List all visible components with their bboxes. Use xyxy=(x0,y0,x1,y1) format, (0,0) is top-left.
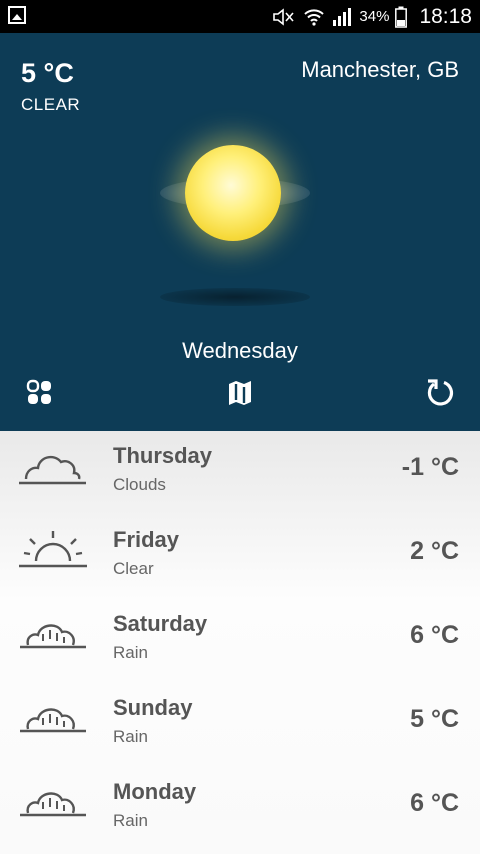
forecast-row[interactable]: Monday Rain 6 °C xyxy=(0,767,480,851)
forecast-day: Sunday xyxy=(113,695,193,720)
forecast-temperature: 6 °C xyxy=(410,789,459,817)
battery-percent: 34% xyxy=(359,8,390,25)
grid-view-button[interactable] xyxy=(22,375,58,411)
cloud-icon xyxy=(19,455,86,485)
forecast-row[interactable]: Friday Clear 2 °C xyxy=(0,515,480,599)
forecast-temperature: 6 °C xyxy=(410,621,459,649)
refresh-button[interactable] xyxy=(422,375,458,411)
forecast-temperature: -1 °C xyxy=(401,453,459,481)
status-icons: 34% 18:18 xyxy=(271,0,472,33)
clock: 18:18 xyxy=(419,4,472,28)
current-condition: CLEAR xyxy=(21,95,81,114)
refresh-icon xyxy=(427,379,454,406)
grid-view-icon xyxy=(26,379,51,404)
forecast-row[interactable]: Thursday Clouds -1 °C xyxy=(0,431,480,515)
sunrise-icon xyxy=(19,531,87,568)
map-icon xyxy=(229,381,251,405)
forecast-day: Friday xyxy=(113,527,180,552)
rain-cloud-icon xyxy=(20,792,86,817)
current-weather-panel: 5 °C CLEAR Manchester, GB Wednesday xyxy=(0,33,480,431)
gallery-notification-icon xyxy=(8,6,26,24)
mute-icon xyxy=(273,7,295,26)
current-temperature: 5 °C xyxy=(21,58,74,88)
current-day: Wednesday xyxy=(182,338,298,363)
map-button[interactable] xyxy=(222,375,258,411)
forecast-condition: Rain xyxy=(113,811,148,830)
forecast-day: Saturday xyxy=(113,611,208,636)
location-label[interactable]: Manchester, GB xyxy=(301,57,459,83)
forecast-condition: Clear xyxy=(113,559,154,578)
forecast-day: Thursday xyxy=(113,443,213,468)
wifi-icon xyxy=(304,8,325,26)
forecast-condition: Rain xyxy=(113,643,148,662)
forecast-temperature: 5 °C xyxy=(410,705,459,733)
forecast-condition: Rain xyxy=(113,727,148,746)
rain-cloud-icon xyxy=(20,624,86,649)
sun-icon xyxy=(140,128,340,328)
battery-icon xyxy=(395,6,408,28)
signal-icon xyxy=(333,7,352,26)
forecast-temperature: 2 °C xyxy=(410,537,459,565)
forecast-row[interactable]: Sunday Rain 5 °C xyxy=(0,683,480,767)
forecast-condition: Clouds xyxy=(113,475,166,494)
forecast-row[interactable]: Saturday Rain 6 °C xyxy=(0,599,480,683)
status-bar: 34% 18:18 xyxy=(0,0,480,33)
forecast-list: Thursday Clouds -1 °C Friday Clear 2 °C … xyxy=(0,431,480,854)
forecast-day: Monday xyxy=(113,779,197,804)
rain-cloud-icon xyxy=(20,708,86,733)
